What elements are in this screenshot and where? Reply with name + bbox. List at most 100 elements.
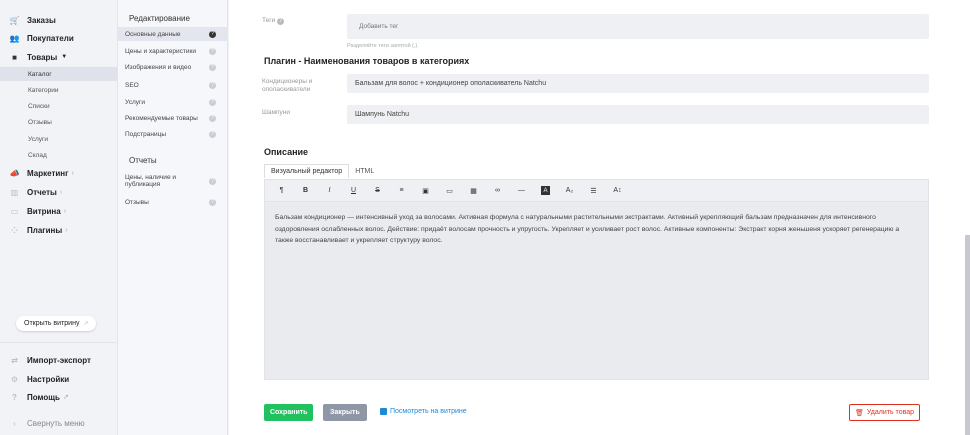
- nav-settings[interactable]: ⚙ Настройки: [10, 372, 69, 386]
- nav-plugins[interactable]: ⁘ Плагины ›: [10, 223, 68, 237]
- nav-marketing-label: Маркетинг: [27, 168, 69, 178]
- product-edit-main: Теги ? Добавить тег Разделяйте теги запя…: [229, 0, 970, 435]
- chevron-right-icon: ›: [71, 169, 74, 177]
- cart-icon: 🛒: [9, 15, 20, 25]
- submenu-item-label: Основные данные: [125, 30, 181, 38]
- link-icon[interactable]: ∞: [489, 184, 506, 198]
- text-color-icon[interactable]: A: [541, 186, 550, 195]
- view-on-storefront-link[interactable]: Посмотреть на витрине: [380, 408, 467, 415]
- chart-icon: ▥: [10, 187, 19, 197]
- submenu-item-label: Услуги: [125, 98, 145, 106]
- storefront-icon: [380, 408, 387, 415]
- editing-title: Редактирование: [129, 14, 190, 23]
- nav-orders[interactable]: 🛒 Заказы: [10, 13, 56, 27]
- line-height-icon[interactable]: A↕: [609, 184, 626, 198]
- categories-label: Категории: [28, 86, 59, 94]
- catalog-label: Каталог: [28, 70, 52, 78]
- sidebar-divider: [0, 342, 117, 343]
- stock-label: Склад: [28, 151, 47, 159]
- tags-label: Теги ?: [262, 17, 285, 25]
- reviews-label: Отзывы: [28, 118, 52, 126]
- horizontal-rule-icon[interactable]: —: [513, 184, 530, 198]
- help-icon: ?: [209, 98, 216, 106]
- submenu-item-availability[interactable]: Цены, наличие и публикация ?: [118, 172, 227, 190]
- submenu-item-images[interactable]: Изображения и видео ?: [118, 60, 227, 74]
- list-icon[interactable]: ≡: [393, 184, 410, 198]
- description-editor[interactable]: Бальзам кондиционер — интенсивный уход з…: [264, 202, 929, 380]
- nav-orders-label: Заказы: [27, 15, 56, 25]
- help-icon: ?: [209, 63, 216, 71]
- nav-customers[interactable]: 👥 Покупатели: [10, 31, 74, 45]
- nav-plugins-label: Плагины: [27, 225, 63, 235]
- sidebar-item-categories[interactable]: Категории: [0, 83, 117, 97]
- chevron-right-icon: ›: [65, 226, 68, 234]
- align-icon[interactable]: ☰: [585, 184, 602, 198]
- description-title: Описание: [264, 147, 309, 157]
- table-icon[interactable]: ▦: [465, 184, 482, 198]
- lists-label: Списки: [28, 102, 50, 110]
- puzzle-icon: ⁘: [11, 225, 18, 235]
- tab-html[interactable]: HTML: [349, 164, 380, 178]
- sidebar-item-stock[interactable]: Склад: [0, 148, 117, 162]
- nav-storefront[interactable]: ▭ Витрина ›: [10, 204, 66, 218]
- help-icon: ?: [209, 30, 216, 38]
- close-button[interactable]: Закрыть: [323, 404, 367, 421]
- underline-icon[interactable]: U: [345, 184, 362, 198]
- submenu-item-subpages[interactable]: Подстраницы ?: [118, 127, 227, 141]
- category-shampoos-input[interactable]: Шампунь Natchu: [347, 105, 929, 124]
- submenu-item-label: Рекомендуемые товары: [125, 114, 198, 122]
- collapse-menu[interactable]: ‹ Свернуть меню: [10, 416, 85, 430]
- sidebar-item-lists[interactable]: Списки: [0, 99, 117, 113]
- window-icon: ▭: [10, 206, 19, 216]
- open-storefront-label: Открыть витрину: [24, 320, 80, 327]
- scrollbar[interactable]: [965, 235, 970, 435]
- submenu-item-reviews[interactable]: Отзывы ?: [118, 195, 227, 209]
- submenu-item-label: Подстраницы: [125, 130, 167, 138]
- open-storefront-button[interactable]: Открыть витрину ↗: [16, 316, 97, 331]
- italic-icon[interactable]: I: [321, 184, 338, 198]
- box-icon: ■: [12, 52, 17, 62]
- image-icon[interactable]: ▣: [417, 184, 434, 198]
- submenu-item-seo[interactable]: SEO ?: [118, 78, 227, 92]
- external-link-icon: ↗: [62, 394, 69, 401]
- delete-product-button[interactable]: 🗑 Удалить товар: [849, 404, 921, 421]
- arrows-icon: ⇄: [11, 355, 18, 365]
- strikethrough-icon[interactable]: S: [369, 184, 386, 198]
- help-icon: ?: [209, 81, 216, 89]
- nav-marketing[interactable]: 📣 Маркетинг ›: [10, 166, 74, 180]
- nav-import-export[interactable]: ⇄ Импорт-экспорт: [10, 353, 91, 367]
- sidebar-item-services[interactable]: Услуги: [0, 132, 117, 146]
- tags-input[interactable]: Добавить тег: [347, 14, 929, 39]
- submenu-item-prices[interactable]: Цены и характеристики ?: [118, 44, 227, 58]
- nav-reports-label: Отчеты: [27, 187, 57, 197]
- video-icon[interactable]: ▭: [441, 184, 458, 198]
- submenu-item-services[interactable]: Услуги ?: [118, 95, 227, 109]
- submenu-item-label: Цены и характеристики: [125, 47, 196, 55]
- nav-storefront-label: Витрина: [27, 206, 61, 216]
- nav-reports[interactable]: ▥ Отчеты ›: [10, 185, 63, 199]
- submenu-item-basic[interactable]: Основные данные ?: [118, 27, 227, 41]
- sidebar-item-catalog[interactable]: Каталог: [0, 67, 117, 81]
- submenu-item-label: Изображения и видео: [125, 63, 192, 71]
- submenu-item-label: Отзывы: [125, 198, 149, 206]
- nav-products[interactable]: ■ Товары ▼: [10, 50, 67, 64]
- tab-visual-editor[interactable]: Визуальный редактор: [264, 164, 350, 178]
- nav-help[interactable]: ? Помощь ↗: [10, 390, 69, 404]
- chevron-left-icon: ‹: [13, 418, 16, 428]
- paragraph-icon[interactable]: ¶: [273, 184, 290, 198]
- nav-help-label: Помощь: [27, 392, 60, 402]
- users-icon: 👥: [9, 33, 20, 43]
- collapse-menu-label: Свернуть меню: [27, 418, 85, 428]
- nav-settings-label: Настройки: [27, 374, 70, 384]
- bold-icon[interactable]: B: [297, 184, 314, 198]
- external-link-icon: ↗: [83, 321, 89, 327]
- help-icon: ?: [209, 114, 216, 122]
- delete-product-label: Удалить товар: [866, 409, 915, 416]
- font-size-icon[interactable]: A₂: [561, 184, 578, 198]
- submenu-item-recommended[interactable]: Рекомендуемые товары ?: [118, 111, 227, 125]
- category-conditioners-input[interactable]: Бальзам для волос + кондиционер ополаски…: [347, 74, 929, 93]
- save-button[interactable]: Сохранить: [264, 404, 314, 421]
- category-shampoos-label: Шампуни: [262, 109, 291, 116]
- chevron-right-icon: ›: [63, 207, 67, 215]
- sidebar-item-reviews[interactable]: Отзывы: [0, 115, 117, 129]
